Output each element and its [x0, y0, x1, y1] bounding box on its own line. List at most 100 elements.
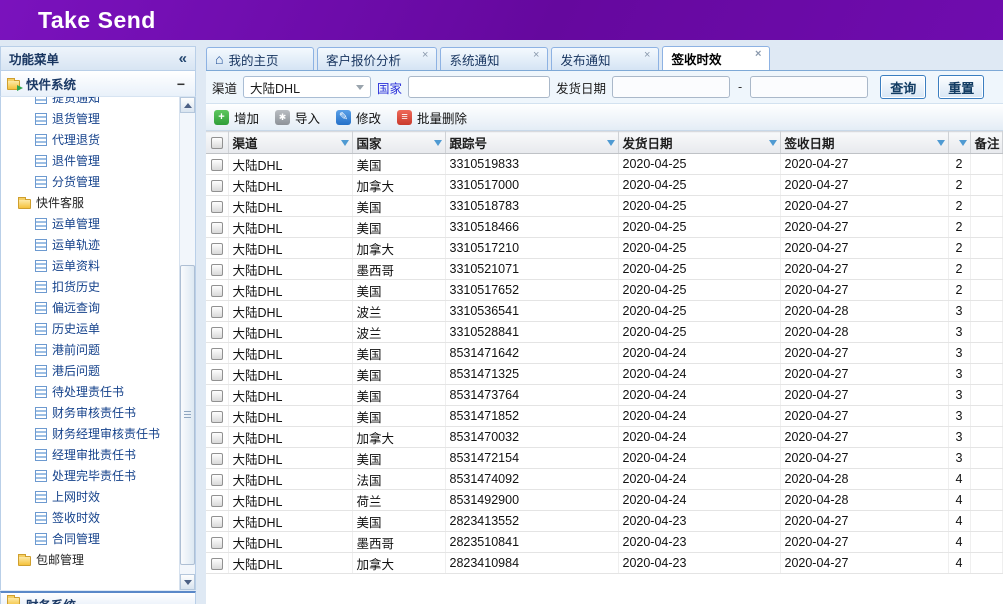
row-checkbox[interactable] — [211, 159, 223, 171]
sidebar-menu-item[interactable]: 退件管理 — [1, 150, 178, 171]
column-header-channel[interactable]: 渠道 — [228, 132, 352, 154]
row-checkbox[interactable] — [211, 537, 223, 549]
cell-tracking: 3310536541 — [445, 301, 618, 322]
sidebar-menu-item[interactable]: 历史运单 — [1, 318, 178, 339]
sidebar-menu-item[interactable]: 运单资料 — [1, 255, 178, 276]
sidebar-menu-item[interactable]: 退货管理 — [1, 108, 178, 129]
date-from-input[interactable] — [612, 76, 730, 98]
date-to-input[interactable] — [750, 76, 868, 98]
row-checkbox[interactable] — [211, 243, 223, 255]
sidebar-menu-item[interactable]: 分货管理 — [1, 171, 178, 192]
close-tab-icon[interactable]: × — [517, 50, 539, 61]
collapse-section-icon[interactable]: − — [177, 77, 185, 91]
sidebar-menu-item[interactable]: 上网时效 — [1, 486, 178, 507]
cell-days: 3 — [948, 406, 970, 427]
close-tab-icon[interactable]: × — [406, 50, 428, 61]
toolbar-button[interactable]: 增加 — [214, 108, 259, 127]
grid-icon — [35, 281, 47, 293]
column-header-tracking[interactable]: 跟踪号 — [445, 132, 618, 154]
filter-arrow-icon[interactable] — [937, 140, 945, 146]
toolbar-button[interactable]: 修改 — [336, 108, 381, 127]
scroll-down-button[interactable] — [180, 574, 195, 590]
sidebar-menu-item[interactable]: 合同管理 — [1, 528, 178, 549]
toolbar-button[interactable]: 批量删除 — [397, 108, 467, 127]
filter-arrow-icon[interactable] — [769, 140, 777, 146]
row-checkbox[interactable] — [211, 348, 223, 360]
cell-channel: 大陆DHL — [228, 280, 352, 301]
grid-icon — [35, 470, 47, 482]
row-checkbox[interactable] — [211, 453, 223, 465]
row-checkbox[interactable] — [211, 369, 223, 381]
sidebar-menu-item[interactable]: 偏远查询 — [1, 297, 178, 318]
sidebar-menu-item[interactable]: 快件客服 — [1, 192, 178, 213]
row-checkbox[interactable] — [211, 222, 223, 234]
sidebar-menu-item[interactable]: 包邮管理 — [1, 549, 178, 570]
grid-icon — [35, 218, 47, 230]
sidebar-menu-item[interactable]: 提货通知 — [1, 97, 178, 108]
row-checkbox[interactable] — [211, 180, 223, 192]
column-header-ship-date[interactable]: 发货日期 — [618, 132, 780, 154]
sidebar-menu-item[interactable]: 签收时效 — [1, 507, 178, 528]
cell-remark — [970, 238, 1003, 259]
cell-sign-date: 2020-04-28 — [780, 469, 948, 490]
cell-ship-date: 2020-04-23 — [618, 532, 780, 553]
row-checkbox[interactable] — [211, 495, 223, 507]
sidebar-menu-item[interactable]: 财务经理审核责任书 — [1, 423, 178, 444]
collapse-sidebar-icon[interactable]: « — [179, 51, 187, 66]
row-checkbox[interactable] — [211, 264, 223, 276]
tab[interactable]: ⌂ 发布通知 × — [551, 47, 659, 70]
tab[interactable]: ⌂ 签收时效 × — [662, 46, 770, 70]
table-row: 大陆DHL 加拿大 3310517000 2020-04-25 2020-04-… — [206, 175, 1003, 196]
sidebar-menu-item[interactable]: 运单轨迹 — [1, 234, 178, 255]
sidebar-menu-item[interactable]: 代理退货 — [1, 129, 178, 150]
scroll-up-button[interactable] — [180, 97, 195, 113]
close-tab-icon[interactable]: × — [739, 49, 761, 60]
tab[interactable]: ⌂ 系统通知 × — [440, 47, 548, 70]
column-header-remark[interactable]: 备注 — [970, 132, 1003, 154]
column-header-country[interactable]: 国家 — [352, 132, 445, 154]
select-all-checkbox[interactable] — [211, 137, 223, 149]
row-checkbox[interactable] — [211, 285, 223, 297]
scrollbar-thumb[interactable] — [180, 265, 195, 565]
sidebar-menu-item[interactable]: 港后问题 — [1, 360, 178, 381]
sidebar-menu-item[interactable]: 扣货历史 — [1, 276, 178, 297]
cell-tracking: 2823410984 — [445, 553, 618, 574]
accordion-section-express-system[interactable]: 快件系统 − — [0, 71, 196, 97]
cell-tracking: 8531471852 — [445, 406, 618, 427]
sidebar-menu-item[interactable]: 财务审核责任书 — [1, 402, 178, 423]
sidebar-menu-item[interactable]: 处理完毕责任书 — [1, 465, 178, 486]
tab[interactable]: ⌂ 我的主页 × — [206, 47, 314, 70]
channel-select[interactable]: 大陆DHL — [243, 76, 371, 98]
row-checkbox[interactable] — [211, 516, 223, 528]
tab[interactable]: ⌂ 客户报价分析 × — [317, 47, 437, 70]
filter-arrow-icon[interactable] — [341, 140, 349, 146]
row-checkbox[interactable] — [211, 558, 223, 570]
sidebar-menu-item[interactable]: 港前问题 — [1, 339, 178, 360]
row-checkbox[interactable] — [211, 390, 223, 402]
toolbar-button[interactable]: 导入 — [275, 108, 320, 127]
panel-splitter[interactable] — [196, 46, 206, 604]
filter-arrow-icon[interactable] — [607, 140, 615, 146]
app-header: Take Send — [0, 0, 1003, 40]
close-tab-icon[interactable]: × — [628, 50, 650, 61]
row-checkbox[interactable] — [211, 411, 223, 423]
accordion-section-finance-system[interactable]: 财务系统 — [0, 591, 196, 604]
column-header-days[interactable] — [948, 132, 970, 154]
row-checkbox[interactable] — [211, 201, 223, 213]
filter-arrow-icon[interactable] — [434, 140, 442, 146]
search-button[interactable]: 查询 — [880, 75, 926, 99]
row-checkbox[interactable] — [211, 432, 223, 444]
country-input[interactable] — [408, 76, 550, 98]
sidebar-menu-item[interactable]: 经理审批责任书 — [1, 444, 178, 465]
row-checkbox[interactable] — [211, 327, 223, 339]
sidebar-menu-item[interactable]: 运单管理 — [1, 213, 178, 234]
filter-arrow-icon[interactable] — [959, 140, 967, 146]
cell-tracking: 8531470032 — [445, 427, 618, 448]
row-checkbox[interactable] — [211, 306, 223, 318]
sidebar-menu-item[interactable]: 待处理责任书 — [1, 381, 178, 402]
reset-button[interactable]: 重置 — [938, 75, 984, 99]
grid-icon — [35, 512, 47, 524]
row-checkbox[interactable] — [211, 474, 223, 486]
column-header-sign-date[interactable]: 签收日期 — [780, 132, 948, 154]
sidebar-scrollbar[interactable] — [179, 97, 195, 590]
